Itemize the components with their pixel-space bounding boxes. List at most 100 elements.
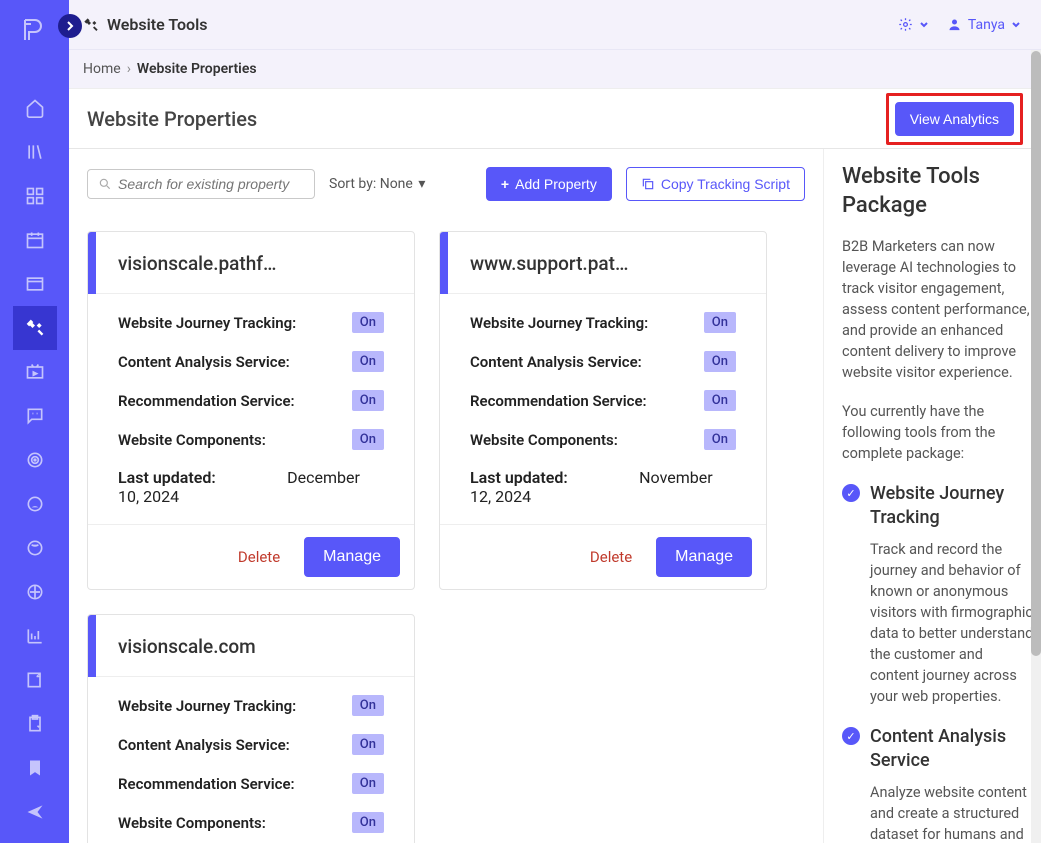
app-title: Website Tools [107,15,207,34]
feature-body: Analyze website content and create a str… [870,782,1035,843]
content: Sort by: None ▾ + Add Property Copy Trac… [69,149,1041,843]
user-icon [947,17,962,32]
toolbar: Sort by: None ▾ + Add Property Copy Trac… [87,167,805,201]
caret-down-icon: ▾ [418,176,425,192]
cas-label: Content Analysis Service: [470,353,704,371]
rs-status: On [352,773,384,794]
tools-icon [83,17,99,33]
sort-dropdown[interactable]: Sort by: None ▾ [329,176,425,192]
wjt-status: On [352,312,384,333]
cas-status: On [352,734,384,755]
delete-button[interactable]: Delete [238,548,280,566]
cas-status: On [352,351,384,372]
nav-video-icon[interactable] [13,350,57,394]
copy-script-label: Copy Tracking Script [661,176,790,192]
info-pane: Website Tools Package B2B Marketers can … [823,149,1041,843]
wc-status: On [352,812,384,833]
info-title: Website Tools Package [842,163,1035,220]
product-logo-icon [19,14,51,46]
card-stripe [440,232,448,294]
delete-button[interactable]: Delete [590,548,632,566]
add-property-button[interactable]: + Add Property [486,167,612,201]
check-icon: ✓ [842,484,860,502]
scrollbar-thumb[interactable] [1031,51,1041,656]
nav-globe1-icon[interactable] [13,482,57,526]
highlight-annotation: View Analytics [886,93,1023,145]
nav-bookmark-icon[interactable] [13,746,57,790]
view-analytics-button[interactable]: View Analytics [895,102,1014,136]
last-updated: Last updated: December 10, 2024 [118,468,384,506]
add-property-label: Add Property [515,176,597,192]
cards-grid: visionscale.pathf… Website Journey Track… [87,231,805,843]
sidebar-expand-button[interactable] [58,14,82,38]
feature-item: ✓ Content Analysis Service Analyze websi… [842,725,1035,843]
search-input[interactable] [118,176,304,192]
updated-label: Last updated: [470,468,568,487]
nav-home-icon[interactable] [13,86,57,130]
settings-dropdown[interactable] [898,17,929,32]
card-stripe [88,615,96,677]
wjt-label: Website Journey Tracking: [118,697,352,715]
nav-calendar-icon[interactable] [13,218,57,262]
nav-dashboard-icon[interactable] [13,174,57,218]
nav-chat-icon[interactable] [13,394,57,438]
rs-label: Recommendation Service: [118,775,352,793]
nav-chart-icon[interactable] [13,614,57,658]
rs-status: On [704,390,736,411]
nav-website-tools-icon[interactable] [13,306,57,350]
nav-clipboard-icon[interactable] [13,702,57,746]
rs-status: On [352,390,384,411]
cas-label: Content Analysis Service: [118,353,352,371]
rs-label: Recommendation Service: [470,392,704,410]
wc-label: Website Components: [118,814,352,832]
wjt-status: On [352,695,384,716]
properties-pane: Sort by: None ▾ + Add Property Copy Trac… [69,149,823,843]
copy-icon [641,177,655,191]
cas-status: On [704,351,736,372]
manage-button[interactable]: Manage [656,537,752,577]
wjt-label: Website Journey Tracking: [470,314,704,332]
page-header: Website Properties View Analytics [69,89,1041,149]
wc-status: On [352,429,384,450]
card-title: www.support.pat… [440,232,766,294]
check-icon: ✓ [842,727,860,745]
main-area: Website Tools Tanya Home › Website Prope… [69,0,1041,843]
nav-globe2-icon[interactable] [13,526,57,570]
nav-send-icon[interactable] [13,790,57,834]
card-stripe [88,232,96,294]
sort-label: Sort by: None [329,176,413,192]
wc-label: Website Components: [118,431,352,449]
chevron-right-icon: › [127,61,131,77]
user-name: Tanya [968,17,1005,33]
feature-title: Website Journey Tracking [870,482,1035,529]
wjt-status: On [704,312,736,333]
plus-icon: + [501,176,509,192]
nav-target-icon[interactable] [13,438,57,482]
feature-title: Content Analysis Service [870,725,1035,772]
feature-item: ✓ Website Journey Tracking Track and rec… [842,482,1035,707]
manage-button[interactable]: Manage [304,537,400,577]
rs-label: Recommendation Service: [118,392,352,410]
header-bar: Website Tools Tanya [69,0,1041,50]
info-intro: B2B Marketers can now leverage AI techno… [842,236,1035,383]
nav-globe3-icon[interactable] [13,570,57,614]
card-title: visionscale.com [88,615,414,677]
wc-status: On [704,429,736,450]
gear-icon [898,17,913,32]
info-subtitle: You currently have the following tools f… [842,401,1035,464]
user-dropdown[interactable]: Tanya [947,17,1021,33]
search-icon [98,177,112,191]
breadcrumb-home[interactable]: Home [83,61,121,77]
search-box[interactable] [87,169,315,199]
nav-library-icon[interactable] [13,130,57,174]
nav-window-icon[interactable] [13,262,57,306]
breadcrumb-current: Website Properties [137,61,257,77]
wc-label: Website Components: [470,431,704,449]
page-title: Website Properties [87,107,257,131]
property-card: www.support.pat… Website Journey Trackin… [439,231,767,590]
nav-export-icon[interactable] [13,658,57,702]
feature-body: Track and record the journey and behavio… [870,539,1035,707]
cas-label: Content Analysis Service: [118,736,352,754]
copy-tracking-script-button[interactable]: Copy Tracking Script [626,167,805,201]
property-card: visionscale.com Website Journey Tracking… [87,614,415,843]
